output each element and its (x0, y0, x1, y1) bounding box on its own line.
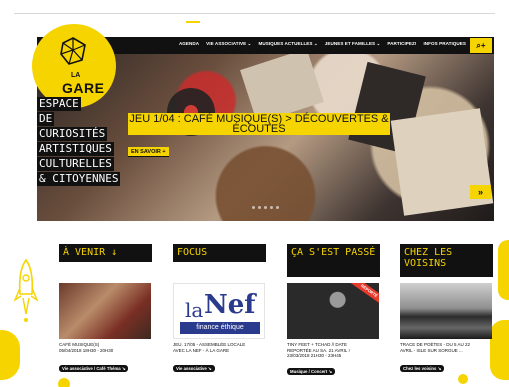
hero-headline[interactable]: JEU 1/04 : CAFÉ MUSIQUE(S) > DÉCOUVERTES… (128, 113, 390, 135)
nef-logo-subtitle: finance éthique (180, 322, 260, 334)
search-icon: ⌕+ (476, 41, 486, 50)
column-title-a-venir[interactable]: À VENIR ↓ (59, 244, 152, 262)
event-description[interactable]: JEU. 17/05 - ASSEMBLÉE LOCALE AVEC LA NE… (173, 342, 267, 353)
nav-item-agenda[interactable]: AGENDA (179, 41, 199, 47)
nef-logo-la: la (185, 298, 204, 322)
event-image[interactable] (59, 283, 151, 339)
nav-menu: AGENDA VIE ASSOCIATIVE ⌄ MUSIQUES ACTUEL… (179, 41, 466, 47)
event-description[interactable]: TRACE DE POÈTES - DU 5 AU 22 AVRIL - ISL… (400, 342, 494, 353)
nef-logo-nef: Nef (204, 290, 256, 320)
event-description[interactable]: TINY FEET + TCHAD // DATE REPORTÉE AU SA… (287, 342, 381, 359)
slider-dots (252, 206, 279, 209)
hero-photo-shape (390, 108, 494, 216)
yellow-accent-dash (186, 21, 200, 23)
decorative-dot (458, 374, 468, 384)
event-title: AVRIL - ISLE SUR SORGUE ... (400, 347, 463, 353)
tagline-line: ESPACE (37, 97, 81, 111)
nav-item-musiques-actuelles[interactable]: MUSIQUES ACTUELLES ⌄ (258, 41, 317, 47)
nav-item-vie-associative[interactable]: VIE ASSOCIATIVE ⌄ (206, 41, 251, 47)
logo-gare-text: GARE (62, 80, 105, 96)
event-date: 05/04/2018 18H30 - 20H30 (59, 347, 114, 353)
event-image[interactable]: la Nef finance éthique (173, 283, 265, 339)
tagline-line: CULTURELLES (37, 157, 114, 171)
event-date: 23/03/2018 21H30 - 23H45 (287, 353, 342, 358)
double-chevron-right-icon: » (477, 187, 483, 197)
column-title-focus[interactable]: FOCUS (173, 244, 266, 262)
status-ribbon: REPORTÉ (350, 283, 379, 306)
event-image[interactable] (400, 283, 492, 339)
read-more-button[interactable]: EN SAVOIR + (128, 147, 169, 157)
slider-next-button[interactable]: » (470, 185, 491, 199)
decorative-blob (0, 330, 20, 380)
nav-item-infos-pratiques[interactable]: INFOS PRATIQUES (423, 41, 466, 47)
tagline-line: & CITOYENNES (37, 172, 121, 186)
tagline-line: CURIOSITÉS (37, 127, 108, 141)
page: AGENDA VIE ASSOCIATIVE ⌄ MUSIQUES ACTUEL… (0, 0, 509, 387)
top-divider (14, 13, 495, 14)
search-button[interactable]: ⌕+ (470, 38, 492, 53)
slider-dot[interactable] (270, 206, 273, 209)
nav-item-jeunes-et-familles[interactable]: JEUNES ET FAMILLES ⌄ (325, 41, 381, 47)
event-title: AVEC LA NEF - À LA GARE (173, 347, 230, 353)
tagline-line: DE (37, 112, 55, 126)
column-title-chez-les-voisins[interactable]: CHEZ LES VOISINS (400, 244, 493, 277)
site-tagline: ESPACE DE CURIOSITÉS ARTISTIQUES CULTURE… (37, 97, 121, 186)
event-image[interactable]: REPORTÉ (287, 283, 379, 339)
slider-dot[interactable] (252, 206, 255, 209)
rocket-icon (14, 258, 38, 322)
slider-dot[interactable] (258, 206, 261, 209)
logo-mark-icon (60, 37, 86, 65)
decorative-blob (498, 240, 509, 300)
event-category-tag[interactable]: Vie associative ↘ (173, 365, 215, 372)
nav-item-participez[interactable]: PARTICIPEZ! (387, 41, 416, 47)
event-description[interactable]: CAFÉ MUSIQUE(S) 05/04/2018 18H30 - 20H30 (59, 342, 153, 353)
column-title-ca-sest-passe[interactable]: ÇA S'EST PASSÉ (287, 244, 380, 277)
decorative-dot (58, 378, 70, 387)
event-category-tag[interactable]: Vie associative / Café Théma ↘ (59, 365, 129, 372)
logo-la-text: LA (71, 72, 81, 79)
slider-dot[interactable] (264, 206, 267, 209)
event-category-tag[interactable]: Chez les voisins ↘ (400, 365, 445, 372)
tagline-line: ARTISTIQUES (37, 142, 114, 156)
event-category-tag[interactable]: Musique / Concert ↘ (287, 368, 336, 375)
slider-dot[interactable] (276, 206, 279, 209)
